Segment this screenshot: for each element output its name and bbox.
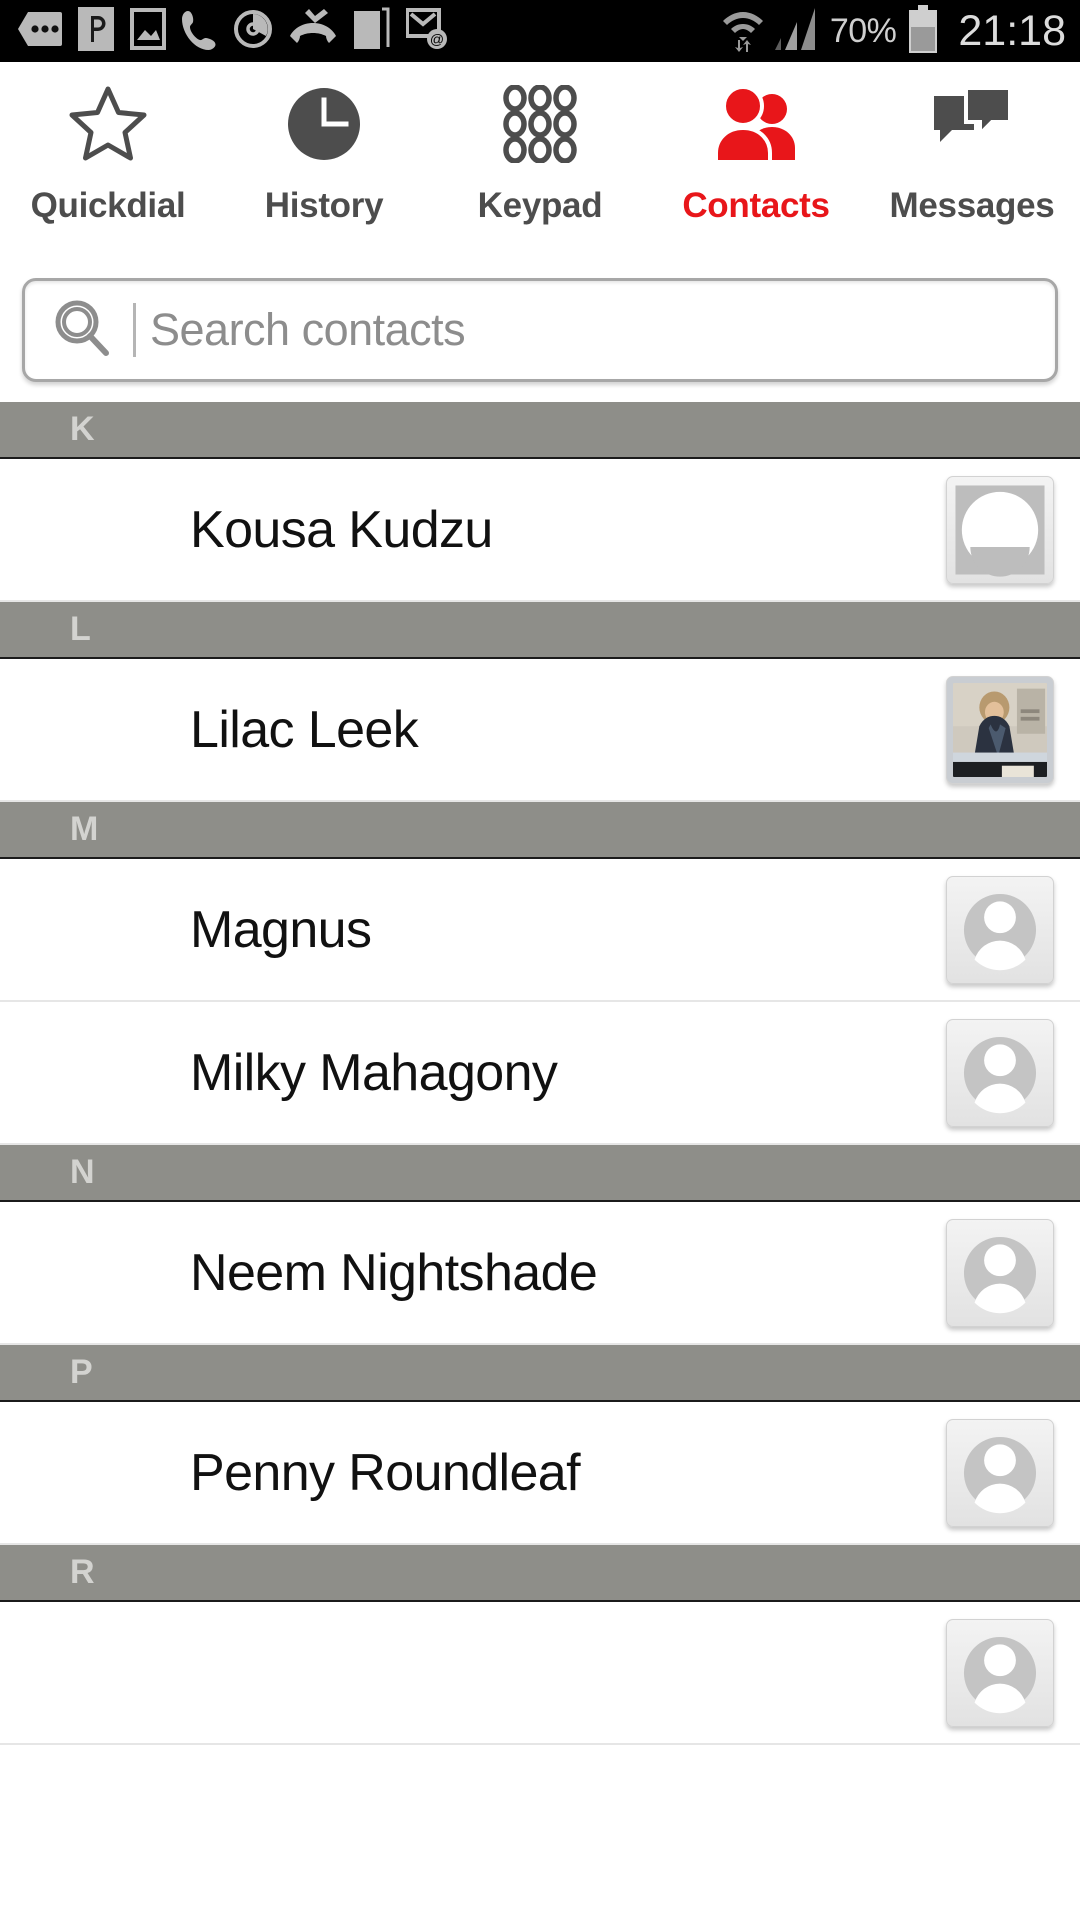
contact-row-partial[interactable] [0, 1602, 1080, 1745]
phone-call-icon [182, 8, 216, 55]
avatar-glyph [963, 1636, 1037, 1713]
contact-name: Lilac Leek [190, 700, 419, 759]
contact-row-penny-roundleaf[interactable]: Penny Roundleaf [0, 1402, 1080, 1545]
contact-name: Kousa Kudzu [190, 500, 493, 559]
status-bar: @ 70% 21:18 [0, 0, 1080, 62]
contact-name: Penny Roundleaf [190, 1443, 581, 1502]
contacts-list[interactable]: K Kousa Kudzu L Lilac Leek M Magnus Milk… [0, 402, 1080, 1745]
search-placeholder-label: Search contacts [150, 304, 466, 355]
main-tab-bar: Quickdial History Keypad Contacts Messag… [0, 62, 1080, 260]
wifi-transfer-icon [722, 6, 764, 57]
section-header-k: K [0, 402, 1080, 459]
default-person-avatar[interactable] [946, 875, 1054, 984]
missed-call-icon [290, 8, 336, 54]
tab-messages-label: Messages [889, 186, 1055, 225]
battery-percent-label: 70% [829, 11, 897, 50]
section-letter: P [70, 1353, 93, 1391]
section-header-l: L [0, 602, 1080, 659]
section-letter: R [70, 1553, 95, 1591]
alarm-timer-icon [232, 8, 274, 55]
contact-row-kousa-kudzu[interactable]: Kousa Kudzu [0, 459, 1080, 602]
battery-icon [907, 4, 939, 58]
tab-history[interactable]: History [216, 72, 432, 260]
pushbullet-icon [78, 6, 114, 56]
status-bar-right-icons: 70% 21:18 [722, 4, 1066, 58]
section-letter: N [70, 1153, 95, 1191]
text-cursor [133, 303, 136, 357]
avatar-glyph [955, 484, 1045, 577]
section-header-p: P [0, 1345, 1080, 1402]
contact-row-neem-nightshade[interactable]: Neem Nightshade [0, 1202, 1080, 1345]
contacts-people-icon [714, 72, 798, 176]
tab-quickdial[interactable]: Quickdial [0, 72, 216, 260]
section-letter: M [70, 810, 99, 848]
tab-contacts-label: Contacts [682, 186, 830, 225]
photo-avatar[interactable] [946, 675, 1054, 784]
avatar-glyph [963, 893, 1037, 970]
messages-bubbles-icon [930, 72, 1014, 176]
tab-messages[interactable]: Messages [864, 72, 1080, 260]
search-icon [51, 298, 113, 363]
default-person-avatar[interactable] [946, 1418, 1054, 1527]
star-icon [68, 72, 148, 176]
inverted-person-avatar[interactable] [946, 475, 1054, 584]
sim-card-icon [352, 7, 390, 56]
contact-photo [953, 682, 1047, 777]
section-letter: L [70, 610, 91, 648]
section-letter: K [70, 410, 95, 448]
status-bar-clock: 21:18 [958, 6, 1066, 55]
screenshot-image-icon [130, 7, 166, 56]
contact-name: Milky Mahagony [190, 1043, 558, 1102]
tab-keypad-label: Keypad [477, 186, 603, 225]
keypad-dots-icon [501, 72, 579, 176]
status-bar-left-icons: @ [18, 6, 722, 56]
clock-icon [286, 72, 362, 176]
search-bar-container: Search contacts [0, 260, 1080, 402]
tab-contacts[interactable]: Contacts [648, 72, 864, 260]
cellular-signal-icon [774, 6, 819, 57]
avatar-glyph [963, 1036, 1037, 1113]
contact-row-lilac-leek[interactable]: Lilac Leek [0, 659, 1080, 802]
section-header-r: R [0, 1545, 1080, 1602]
default-person-avatar[interactable] [946, 1218, 1054, 1327]
default-person-avatar[interactable] [946, 1018, 1054, 1127]
avatar-glyph [963, 1436, 1037, 1513]
default-person-avatar[interactable] [946, 1618, 1054, 1727]
search-input[interactable]: Search contacts [22, 278, 1058, 382]
tab-quickdial-label: Quickdial [30, 186, 186, 225]
tab-history-label: History [264, 186, 384, 225]
contact-name: Magnus [190, 900, 372, 959]
messaging-dots-icon [18, 11, 62, 51]
contact-row-milky-mahagony[interactable]: Milky Mahagony [0, 1002, 1080, 1145]
contact-name: Neem Nightshade [190, 1243, 598, 1302]
email-sync-icon: @ [405, 7, 450, 55]
section-header-m: M [0, 802, 1080, 859]
svg-text:@: @ [430, 31, 444, 47]
avatar-glyph [963, 1236, 1037, 1313]
section-header-n: N [0, 1145, 1080, 1202]
contact-row-magnus[interactable]: Magnus [0, 859, 1080, 1002]
tab-keypad[interactable]: Keypad [432, 72, 648, 260]
